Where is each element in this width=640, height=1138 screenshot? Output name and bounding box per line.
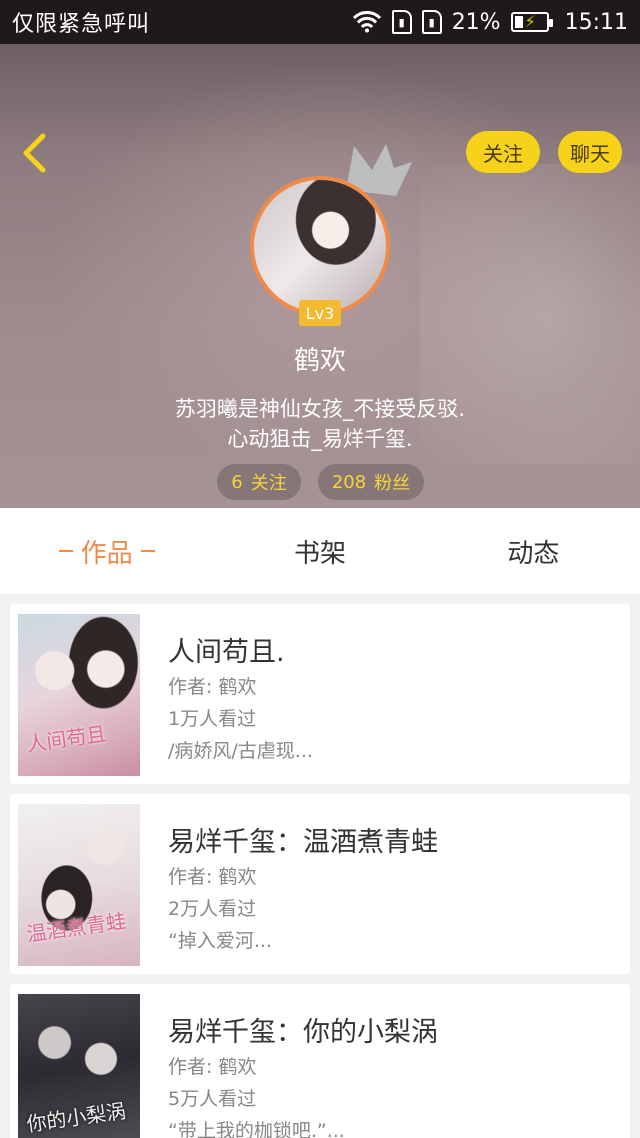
work-views: 2万人看过 (168, 898, 257, 920)
work-title: 易烊千玺：温酒煮青蛙 (168, 827, 438, 858)
work-card[interactable]: 你的小梨涡 易烊千玺：你的小梨涡 作者: 鹤欢 5万人看过 “带上我的枷锁吧.”… (10, 984, 630, 1138)
following-count: 6 (231, 471, 243, 493)
book-cover[interactable]: 温酒煮青蛙 (18, 804, 140, 966)
following-label: 关注 (250, 473, 287, 494)
battery-percent: 21% (451, 9, 501, 35)
follow-button[interactable]: 关注 (466, 131, 540, 173)
bio: 苏羽曦是神仙女孩_不接受反驳. 心动狙击_易烊千玺. (0, 394, 640, 454)
work-author: 作者: 鹤欢 (168, 1056, 257, 1078)
work-card[interactable]: 温酒煮青蛙 易烊千玺：温酒煮青蛙 作者: 鹤欢 2万人看过 “掉入爱河... (10, 794, 630, 974)
profile-tabs: 作品 书架 动态 (0, 508, 640, 594)
avatar[interactable] (250, 176, 390, 316)
work-description: “带上我的枷锁吧.”... (168, 1120, 345, 1138)
tab-active-indicator-left (58, 550, 73, 552)
tab-works-label: 作品 (80, 538, 133, 569)
tab-bookshelf[interactable]: 书架 (213, 508, 426, 594)
bio-line-2: 心动狙击_易烊千玺. (227, 427, 413, 451)
works-list: 人间苟且 人间苟且. 作者: 鹤欢 1万人看过 /病娇风/古虐现... 温酒煮青… (10, 604, 630, 1138)
book-cover[interactable]: 你的小梨涡 (18, 994, 140, 1138)
work-views: 1万人看过 (168, 708, 257, 730)
status-icons: ▮ ▮ 21% ⚡ 15:11 (352, 10, 628, 35)
tab-activity-label: 动态 (507, 538, 560, 569)
chat-button[interactable]: 聊天 (558, 131, 622, 173)
sim-icon: ▮ (391, 10, 412, 34)
bio-line-1: 苏羽曦是神仙女孩_不接受反驳. (174, 397, 466, 421)
battery-charging-icon: ⚡ (510, 12, 553, 32)
back-button[interactable] (14, 130, 54, 176)
cover-title: 温酒煮青蛙 (25, 908, 128, 947)
work-card[interactable]: 人间苟且 人间苟且. 作者: 鹤欢 1万人看过 /病娇风/古虐现... (10, 604, 630, 784)
tab-activity[interactable]: 动态 (427, 508, 640, 594)
tab-bookshelf-label: 书架 (293, 538, 346, 569)
tab-works[interactable]: 作品 (0, 508, 213, 594)
chevron-left-icon (23, 133, 46, 173)
username: 鹤欢 (293, 346, 346, 376)
work-description: /病娇风/古虐现... (168, 740, 313, 762)
wifi-icon (352, 11, 382, 33)
fans-label: 粉丝 (374, 473, 411, 494)
work-views: 5万人看过 (168, 1088, 257, 1110)
cover-title: 你的小梨涡 (25, 1098, 128, 1137)
cover-title: 人间苟且 (25, 721, 108, 757)
fans-count: 208 (331, 471, 367, 493)
tab-active-indicator-right (140, 550, 155, 552)
profile-header: 关注 聊天 Lv3 鹤欢 苏羽曦是神仙女孩_不接受反驳. 心动狙击_易烊千玺. … (0, 44, 640, 508)
work-description: “掉入爱河... (168, 930, 272, 952)
following-count-button[interactable]: 6 关注 (217, 464, 301, 500)
level-badge: Lv3 (299, 300, 341, 326)
clock: 15:11 (564, 9, 628, 35)
sim-icon: ▮ (421, 10, 442, 34)
work-title: 易烊千玺：你的小梨涡 (168, 1017, 438, 1048)
fans-count-button[interactable]: 208 粉丝 (318, 464, 424, 500)
carrier-text: 仅限紧急呼叫 (12, 12, 151, 37)
work-title: 人间苟且. (168, 637, 285, 668)
book-cover[interactable]: 人间苟且 (18, 614, 140, 776)
work-author: 作者: 鹤欢 (168, 866, 257, 888)
work-author: 作者: 鹤欢 (168, 676, 257, 698)
status-bar: 仅限紧急呼叫 ▮ ▮ 21% ⚡ 15:11 (0, 0, 640, 44)
